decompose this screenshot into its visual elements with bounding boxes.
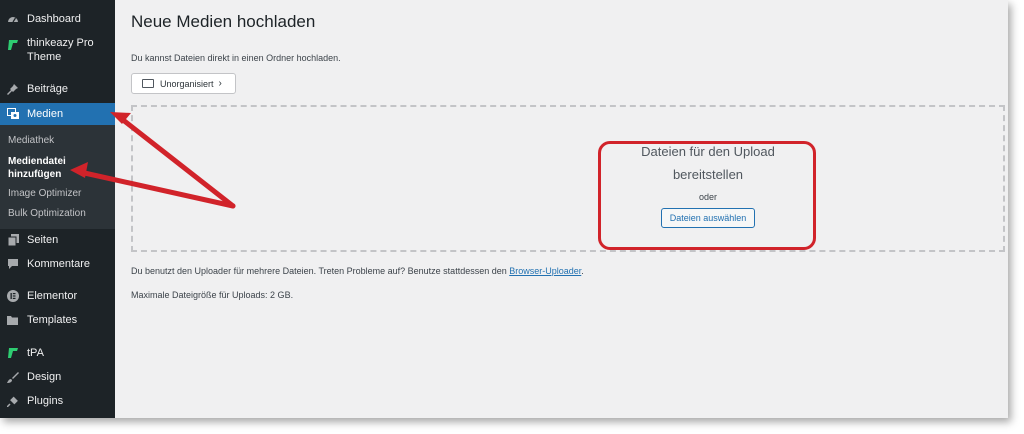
upload-dropzone[interactable]: Dateien für den Upload bereitstellen ode… <box>131 105 1005 252</box>
theme-logo-icon <box>6 38 20 52</box>
tpa-logo-icon <box>6 346 20 360</box>
sidebar-item-templates[interactable]: Templates <box>0 312 115 328</box>
annotation-highlight-box <box>598 141 816 250</box>
sidebar-item-design[interactable]: Design <box>0 369 115 385</box>
comments-icon <box>6 257 20 271</box>
sidebar-item-pages[interactable]: Seiten <box>0 232 115 248</box>
main-content: Neue Medien hochladen Du kannst Dateien … <box>115 0 1008 418</box>
uploader-note: Du benutzt den Uploader für mehrere Date… <box>131 266 584 276</box>
browser-uploader-link[interactable]: Browser-Uploader <box>509 266 581 276</box>
chevron-right-icon: › <box>218 78 222 89</box>
folder-icon <box>142 79 154 88</box>
sidebar-item-comments[interactable]: Kommentare <box>0 256 115 272</box>
plugin-icon <box>6 394 20 408</box>
pages-icon <box>6 233 20 247</box>
brush-icon <box>6 370 20 384</box>
submenu-item-image-optimizer[interactable]: Image Optimizer <box>8 188 81 199</box>
sidebar-item-dashboard[interactable]: Dashboard <box>0 11 115 27</box>
sidebar-item-posts[interactable]: Beiträge <box>0 81 115 97</box>
max-upload-size-text: Maximale Dateigröße für Uploads: 2 GB. <box>131 290 294 300</box>
folder-intro-text: Du kannst Dateien direkt in einen Ordner… <box>131 53 341 63</box>
sidebar-item-elementor[interactable]: Elementor <box>0 288 115 304</box>
submenu-item-add-media[interactable]: Mediendatei hinzufügen <box>8 155 98 181</box>
folder-icon <box>6 313 20 327</box>
admin-sidebar: Dashboard thinkeazy Pro Theme Beiträge M… <box>0 0 115 418</box>
folder-selector-button[interactable]: Unorganisiert › <box>131 73 236 94</box>
submenu-item-library[interactable]: Mediathek <box>8 135 54 146</box>
media-submenu: Mediathek Mediendatei hinzufügen Image O… <box>0 125 115 229</box>
sidebar-item-media[interactable]: Medien <box>0 103 115 125</box>
media-icon <box>6 107 20 121</box>
sidebar-item-tpa[interactable]: tPA <box>0 345 115 361</box>
dashboard-icon <box>6 12 20 26</box>
page-title: Neue Medien hochladen <box>131 12 316 31</box>
elementor-icon <box>6 289 20 303</box>
screenshot-frame: Dashboard thinkeazy Pro Theme Beiträge M… <box>0 0 1008 418</box>
sidebar-item-plugins[interactable]: Plugins <box>0 393 115 409</box>
pin-icon <box>6 82 20 96</box>
sidebar-item-theme[interactable]: thinkeazy Pro Theme <box>0 36 115 66</box>
submenu-item-bulk-optimization[interactable]: Bulk Optimization <box>8 208 86 219</box>
folder-selector-label: Unorganisiert <box>160 78 214 89</box>
